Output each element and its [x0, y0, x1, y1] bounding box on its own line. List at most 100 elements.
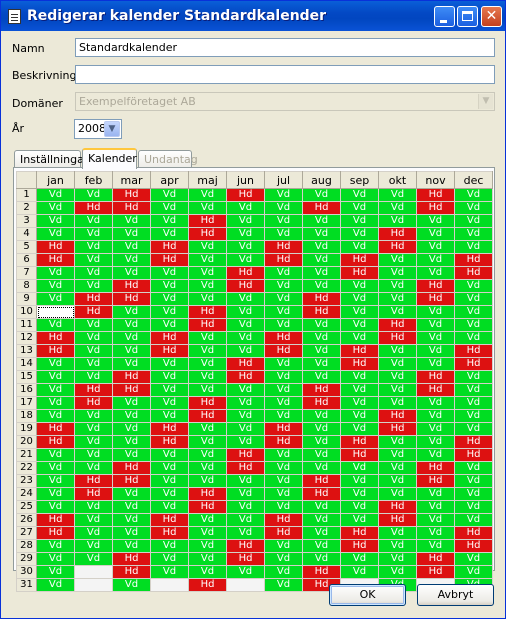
- day-cell-nov-7[interactable]: Vd: [416, 266, 455, 280]
- day-cell-mar-29[interactable]: Hd: [112, 552, 151, 566]
- day-cell-jun-7[interactable]: Hd: [226, 266, 265, 280]
- day-cell-jul-8[interactable]: Vd: [264, 279, 303, 293]
- day-cell-sep-14[interactable]: Hd: [340, 357, 379, 371]
- day-cell-maj-9[interactable]: Vd: [188, 292, 227, 306]
- day-cell-maj-26[interactable]: Vd: [188, 513, 227, 527]
- day-cell-aug-12[interactable]: Vd: [302, 331, 341, 345]
- day-cell-apr-3[interactable]: Vd: [150, 214, 189, 228]
- day-cell-okt-5[interactable]: Hd: [378, 240, 417, 254]
- day-cell-sep-27[interactable]: Hd: [340, 526, 379, 540]
- day-cell-jan-24[interactable]: Vd: [36, 487, 75, 501]
- day-cell-aug-15[interactable]: Vd: [302, 370, 341, 384]
- day-cell-jun-1[interactable]: Hd: [226, 188, 265, 202]
- day-cell-apr-19[interactable]: Hd: [150, 422, 189, 436]
- day-cell-apr-5[interactable]: Hd: [150, 240, 189, 254]
- day-cell-jan-29[interactable]: Vd: [36, 552, 75, 566]
- day-cell-maj-16[interactable]: Vd: [188, 383, 227, 397]
- day-cell-jan-5[interactable]: Hd: [36, 240, 75, 254]
- day-cell-mar-3[interactable]: Vd: [112, 214, 151, 228]
- day-cell-nov-21[interactable]: Vd: [416, 448, 455, 462]
- chevron-down-icon[interactable]: ▼: [104, 121, 120, 137]
- day-cell-jun-15[interactable]: Hd: [226, 370, 265, 384]
- maximize-button[interactable]: [457, 6, 478, 27]
- day-cell-mar-17[interactable]: Vd: [112, 396, 151, 410]
- day-cell-dec-14[interactable]: Hd: [454, 357, 493, 371]
- day-cell-jun-23[interactable]: Vd: [226, 474, 265, 488]
- day-cell-aug-6[interactable]: Vd: [302, 253, 341, 267]
- day-cell-maj-4[interactable]: Hd: [188, 227, 227, 241]
- day-cell-jan-11[interactable]: Vd: [36, 318, 75, 332]
- day-cell-jan-1[interactable]: Vd: [36, 188, 75, 202]
- day-cell-aug-22[interactable]: Vd: [302, 461, 341, 475]
- day-cell-jan-7[interactable]: Vd: [36, 266, 75, 280]
- day-cell-maj-27[interactable]: Vd: [188, 526, 227, 540]
- day-cell-feb-14[interactable]: Vd: [74, 357, 113, 371]
- day-cell-jul-12[interactable]: Hd: [264, 331, 303, 345]
- day-cell-jun-22[interactable]: Hd: [226, 461, 265, 475]
- day-cell-jul-26[interactable]: Hd: [264, 513, 303, 527]
- day-cell-jul-9[interactable]: Vd: [264, 292, 303, 306]
- day-cell-sep-20[interactable]: Hd: [340, 435, 379, 449]
- day-cell-sep-24[interactable]: Vd: [340, 487, 379, 501]
- day-cell-jul-14[interactable]: Vd: [264, 357, 303, 371]
- day-cell-dec-25[interactable]: Vd: [454, 500, 493, 514]
- day-cell-apr-22[interactable]: Vd: [150, 461, 189, 475]
- day-cell-okt-13[interactable]: Vd: [378, 344, 417, 358]
- day-cell-aug-28[interactable]: Vd: [302, 539, 341, 553]
- day-cell-jun-24[interactable]: Vd: [226, 487, 265, 501]
- day-cell-okt-8[interactable]: Vd: [378, 279, 417, 293]
- day-cell-jun-14[interactable]: Hd: [226, 357, 265, 371]
- day-cell-okt-29[interactable]: Vd: [378, 552, 417, 566]
- day-cell-dec-23[interactable]: Vd: [454, 474, 493, 488]
- day-cell-dec-10[interactable]: Vd: [454, 305, 493, 319]
- day-cell-apr-24[interactable]: Vd: [150, 487, 189, 501]
- day-cell-aug-4[interactable]: Vd: [302, 227, 341, 241]
- day-cell-nov-29[interactable]: Hd: [416, 552, 455, 566]
- day-cell-feb-27[interactable]: Vd: [74, 526, 113, 540]
- day-cell-jul-15[interactable]: Vd: [264, 370, 303, 384]
- day-cell-mar-18[interactable]: Vd: [112, 409, 151, 423]
- day-cell-okt-20[interactable]: Vd: [378, 435, 417, 449]
- day-cell-maj-2[interactable]: Vd: [188, 201, 227, 215]
- day-cell-jun-21[interactable]: Hd: [226, 448, 265, 462]
- day-cell-maj-6[interactable]: Vd: [188, 253, 227, 267]
- day-cell-mar-5[interactable]: Vd: [112, 240, 151, 254]
- day-cell-apr-7[interactable]: Vd: [150, 266, 189, 280]
- day-cell-jan-27[interactable]: Hd: [36, 526, 75, 540]
- day-cell-okt-7[interactable]: Vd: [378, 266, 417, 280]
- day-cell-jun-8[interactable]: Hd: [226, 279, 265, 293]
- day-cell-jan-21[interactable]: Vd: [36, 448, 75, 462]
- day-cell-feb-19[interactable]: Vd: [74, 422, 113, 436]
- day-cell-mar-22[interactable]: Hd: [112, 461, 151, 475]
- day-cell-jun-20[interactable]: Vd: [226, 435, 265, 449]
- day-cell-dec-22[interactable]: Vd: [454, 461, 493, 475]
- day-cell-dec-6[interactable]: Hd: [454, 253, 493, 267]
- day-cell-nov-10[interactable]: Vd: [416, 305, 455, 319]
- day-cell-jun-26[interactable]: Vd: [226, 513, 265, 527]
- day-cell-maj-12[interactable]: Vd: [188, 331, 227, 345]
- day-cell-nov-17[interactable]: Vd: [416, 396, 455, 410]
- day-cell-okt-18[interactable]: Hd: [378, 409, 417, 423]
- day-cell-apr-27[interactable]: Hd: [150, 526, 189, 540]
- day-cell-okt-28[interactable]: Vd: [378, 539, 417, 553]
- day-cell-mar-6[interactable]: Vd: [112, 253, 151, 267]
- day-cell-jul-23[interactable]: Vd: [264, 474, 303, 488]
- day-cell-maj-11[interactable]: Hd: [188, 318, 227, 332]
- day-cell-nov-5[interactable]: Vd: [416, 240, 455, 254]
- day-cell-aug-27[interactable]: Vd: [302, 526, 341, 540]
- day-cell-apr-10[interactable]: Vd: [150, 305, 189, 319]
- day-cell-aug-30[interactable]: Hd: [302, 565, 341, 579]
- day-cell-aug-11[interactable]: Vd: [302, 318, 341, 332]
- minimize-button[interactable]: [434, 6, 455, 27]
- day-cell-dec-21[interactable]: Hd: [454, 448, 493, 462]
- day-cell-aug-20[interactable]: Vd: [302, 435, 341, 449]
- day-cell-sep-28[interactable]: Hd: [340, 539, 379, 553]
- day-cell-sep-9[interactable]: Vd: [340, 292, 379, 306]
- day-cell-maj-30[interactable]: Vd: [188, 565, 227, 579]
- day-cell-sep-25[interactable]: Vd: [340, 500, 379, 514]
- day-cell-maj-7[interactable]: Vd: [188, 266, 227, 280]
- day-cell-jul-4[interactable]: Vd: [264, 227, 303, 241]
- day-cell-nov-27[interactable]: Vd: [416, 526, 455, 540]
- day-cell-nov-25[interactable]: Vd: [416, 500, 455, 514]
- day-cell-okt-17[interactable]: Vd: [378, 396, 417, 410]
